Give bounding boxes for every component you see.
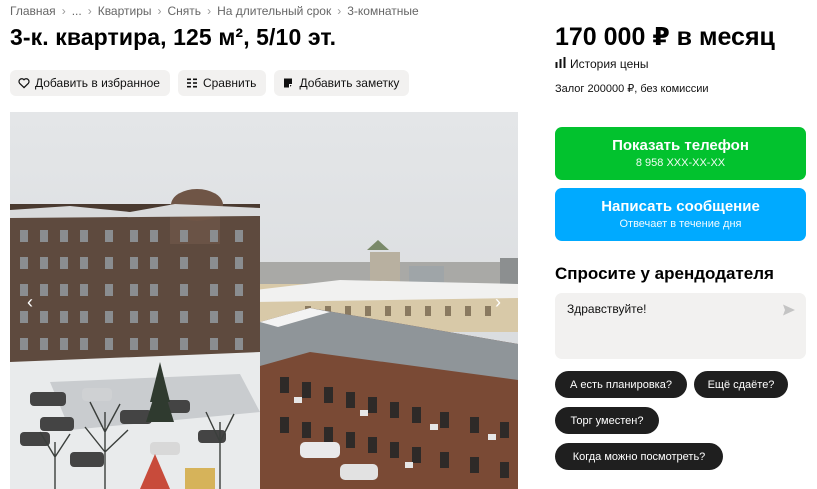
listing-photo[interactable]: ‹ › bbox=[10, 112, 518, 489]
write-message-button[interactable]: Написать сообщение Отвечает в течение дн… bbox=[555, 188, 806, 241]
ask-landlord-title: Спросите у арендодателя bbox=[555, 264, 774, 283]
gallery-prev-button[interactable]: ‹ bbox=[18, 290, 42, 314]
quick-question-chip[interactable]: Торг уместен? bbox=[555, 407, 659, 434]
add-to-favorites-button[interactable]: Добавить в избранное bbox=[10, 70, 170, 96]
breadcrumb-home[interactable]: Главная bbox=[10, 4, 56, 18]
add-to-favorites-label: Добавить в избранное bbox=[35, 76, 160, 90]
message-input[interactable] bbox=[555, 293, 775, 359]
show-phone-label: Показать телефон bbox=[612, 137, 749, 154]
quick-question-chip[interactable]: А есть планировка? bbox=[555, 371, 687, 398]
apartment-view-image bbox=[10, 112, 518, 489]
breadcrumb-separator: › bbox=[207, 4, 212, 18]
breadcrumb-apartments[interactable]: Квартиры bbox=[98, 4, 152, 18]
price-history-label: История цены bbox=[570, 57, 649, 71]
breadcrumb-separator: › bbox=[157, 4, 162, 18]
show-phone-button[interactable]: Показать телефон 8 958 XXX-XX-XX bbox=[555, 127, 806, 180]
message-box bbox=[555, 293, 806, 359]
quick-question-chip[interactable]: Когда можно посмотреть? bbox=[555, 443, 723, 470]
send-icon[interactable] bbox=[782, 303, 796, 317]
breadcrumb-separator: › bbox=[87, 4, 92, 18]
phone-number-masked: 8 958 XXX-XX-XX bbox=[635, 157, 726, 169]
deposit-info: Залог 200000 ₽, без комиссии bbox=[555, 83, 709, 95]
chart-icon bbox=[555, 57, 566, 71]
price-history-link[interactable]: История цены bbox=[555, 57, 649, 71]
compare-icon bbox=[186, 77, 198, 89]
breadcrumb-separator: › bbox=[61, 4, 66, 18]
gallery-next-button[interactable]: › bbox=[486, 290, 510, 314]
compare-label: Сравнить bbox=[202, 76, 257, 90]
quick-question-chip[interactable]: Ещё сдаёте? bbox=[694, 371, 788, 398]
breadcrumb: Главная › ... › Квартиры › Снять › На дл… bbox=[10, 4, 419, 18]
response-time-note: Отвечает в течение дня bbox=[619, 218, 742, 230]
add-note-label: Добавить заметку bbox=[299, 76, 400, 90]
breadcrumb-3-rooms[interactable]: 3-комнатные bbox=[347, 4, 418, 18]
compare-button[interactable]: Сравнить bbox=[177, 70, 267, 96]
breadcrumb-ellipsis[interactable]: ... bbox=[72, 4, 82, 18]
heart-icon bbox=[18, 77, 30, 89]
breadcrumb-long-term[interactable]: На длительный срок bbox=[217, 4, 331, 18]
chevron-left-icon: ‹ bbox=[27, 291, 33, 312]
listing-actions: Добавить в избранное Сравнить Добавить з… bbox=[10, 70, 410, 96]
breadcrumb-separator: › bbox=[337, 4, 342, 18]
write-message-label: Написать сообщение bbox=[601, 198, 760, 215]
note-icon bbox=[282, 77, 294, 89]
chevron-right-icon: › bbox=[495, 291, 501, 312]
listing-title: 3-к. квартира, 125 м², 5/10 эт. bbox=[10, 24, 337, 50]
listing-price: 170 000 ₽ в месяц bbox=[555, 23, 775, 51]
breadcrumb-rent[interactable]: Снять bbox=[168, 4, 202, 18]
add-note-button[interactable]: Добавить заметку bbox=[274, 70, 410, 96]
